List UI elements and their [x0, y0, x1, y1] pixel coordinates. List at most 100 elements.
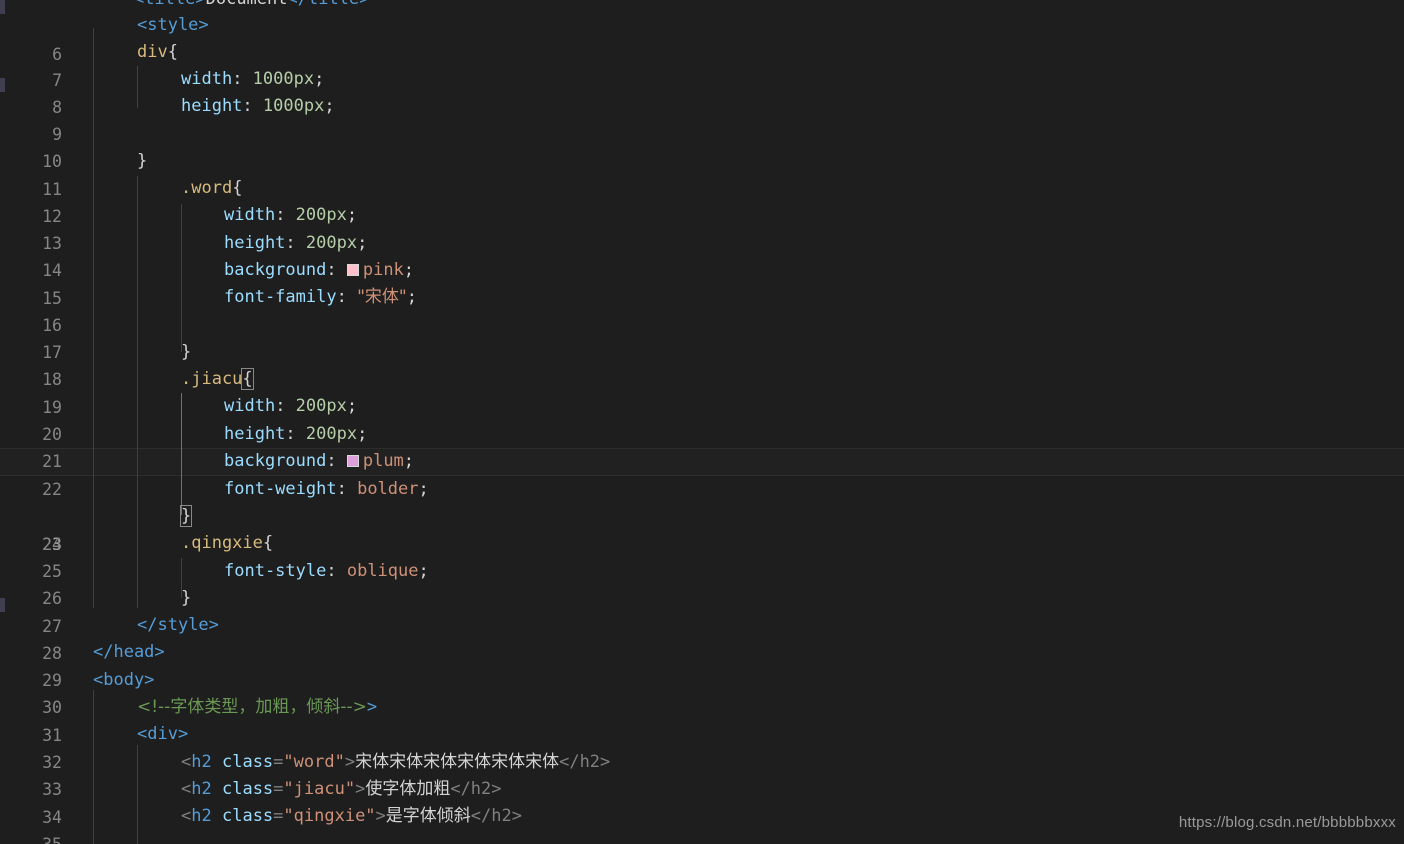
token-property: font-style [224, 561, 327, 581]
token-tag: </style> [137, 615, 219, 635]
code-line[interactable]: 9 width: 1000px; [0, 66, 1404, 144]
token-semicolon: ; [418, 479, 429, 499]
bracket-match-open: { [241, 368, 254, 390]
token-number: 200px [295, 205, 347, 225]
line-number: 8 [52, 98, 62, 117]
line-content: width: 200px; [224, 202, 357, 230]
token-punctuation [93, 0, 134, 9]
code-line[interactable]: 31 <body> [0, 667, 1404, 745]
token-value: "宋体" [357, 287, 407, 307]
line-content: height: 200px; [224, 421, 367, 449]
color-swatch-pink-icon[interactable] [346, 264, 359, 276]
token-stray-bracket: > [366, 697, 378, 717]
token-attribute: class [221, 752, 274, 772]
token-brace: { [232, 178, 243, 198]
code-editor[interactable]: 6 <title>Document</title> 7 <style> 8 di… [0, 0, 1404, 844]
code-line[interactable]: 28 } [0, 585, 1404, 663]
line-content: } [137, 148, 147, 176]
token-semicolon: ; [324, 96, 335, 116]
line-content: background: plum; [224, 448, 414, 476]
token-property: height [181, 96, 243, 116]
code-line[interactable]: 10 height: 1000px; [0, 93, 1404, 171]
code-line[interactable]: 24 font-weight: bolder; [0, 476, 1404, 554]
token-colon: : [336, 287, 358, 307]
token-close-tag: </h2> [470, 806, 522, 826]
code-line[interactable]: 35 <h2 class="jiacu">使字体加粗</h2> [0, 776, 1404, 844]
code-line[interactable]: 14 width: 200px; [0, 202, 1404, 280]
token-colon: : [336, 479, 358, 499]
color-swatch-plum-icon[interactable] [346, 455, 359, 467]
code-line[interactable]: 34 <h2 class="word">宋体宋体宋体宋体宋体宋体</h2> [0, 749, 1404, 827]
token-brace: { [167, 42, 178, 62]
token-tag: <style> [137, 15, 209, 35]
token-close-tag: </h2> [450, 779, 502, 799]
code-line[interactable]: 17 font-family: "宋体"; [0, 284, 1404, 362]
line-number: 32 [42, 753, 62, 772]
code-line[interactable]: 11 [0, 121, 1404, 199]
line-number: 24 [42, 535, 62, 554]
token-string: "word" [283, 752, 345, 772]
code-line[interactable]: 19 } [0, 339, 1404, 417]
code-line[interactable]: 15 height: 200px; [0, 230, 1404, 308]
token-string: "jiacu" [283, 779, 356, 799]
token-value: plum [362, 451, 404, 471]
token-number: 200px [295, 396, 347, 416]
line-number: 22 [42, 480, 62, 499]
line-number: 6 [52, 45, 62, 64]
line-number: 35 [0, 831, 62, 844]
code-line[interactable]: 12 } [0, 148, 1404, 226]
code-line[interactable]: 8 div{ [0, 39, 1404, 117]
code-line[interactable]: 13 .word{ [0, 175, 1404, 253]
token-semicolon: ; [406, 287, 417, 307]
line-content: </style> [137, 612, 219, 640]
token-number: 200px [305, 233, 358, 253]
token-colon: : [275, 205, 296, 225]
line-content: <h2 class="jiacu">使字体加粗</h2> [181, 776, 502, 804]
line-number: 20 [42, 425, 62, 444]
indent-guide [137, 176, 138, 608]
code-line[interactable]: 18 [0, 311, 1404, 389]
active-line-highlight [0, 448, 1404, 476]
code-line[interactable]: 30 </head> [0, 639, 1404, 717]
code-line[interactable]: 26 .qingxie{ [0, 530, 1404, 608]
line-content: <title>Document</title> [93, 0, 369, 14]
line-number: 19 [42, 398, 62, 417]
token-number: 200px [305, 424, 358, 444]
line-number: 29 [42, 671, 62, 690]
line-content: .word{ [181, 175, 242, 203]
token-close-tag: </h2> [559, 752, 611, 772]
line-content: div{ [137, 39, 178, 67]
token-punctuation: > [375, 806, 386, 826]
token-text: 使字体加粗 [365, 779, 451, 799]
token-brace: } [137, 151, 148, 171]
token-number: 1000px [262, 96, 325, 116]
code-line[interactable]: 29 </style> [0, 612, 1404, 690]
token-comment: <!--字体类型，加粗，倾斜--> [137, 697, 367, 717]
line-content: <h2 class="word">宋体宋体宋体宋体宋体宋体</h2> [181, 749, 610, 777]
token-tag: h2 [191, 806, 212, 826]
overview-ruler-mark [0, 598, 5, 612]
line-content: <div> [137, 721, 188, 749]
token-string: "qingxie" [283, 806, 376, 826]
code-line[interactable]: 21 width: 200px; [0, 393, 1404, 471]
token-colon: : [326, 260, 347, 280]
token-value: pink [362, 260, 404, 280]
token-value: oblique [346, 561, 419, 581]
line-number: 7 [52, 71, 62, 90]
code-line[interactable]: 32 <!--字体类型，加粗，倾斜-->> [0, 694, 1404, 772]
token-colon: : [232, 69, 253, 89]
token-equals: = [273, 806, 284, 826]
code-line[interactable]: 25 } [0, 503, 1404, 581]
token-text: 宋体宋体宋体宋体宋体宋体 [355, 752, 560, 772]
line-number: 18 [42, 370, 62, 389]
code-line[interactable]: 7 <style> [0, 12, 1404, 90]
indent-guide [93, 690, 94, 844]
code-line[interactable]: 16 background: pink; [0, 257, 1404, 335]
token-property: width [224, 396, 276, 416]
code-line[interactable]: 27 font-style: oblique; [0, 558, 1404, 636]
code-line[interactable]: 33 <div> [0, 721, 1404, 799]
code-line[interactable]: 22 height: 200px; [0, 421, 1404, 499]
code-line-active[interactable]: 23 background: plum; [0, 448, 1404, 554]
code-line[interactable]: 20 .jiacu{ [0, 366, 1404, 444]
